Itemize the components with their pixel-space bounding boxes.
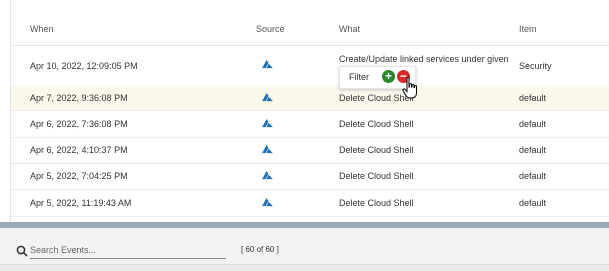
table-row[interactable]: Apr 6, 2022, 7:36:08 PM Delete Cloud She…: [11, 110, 609, 138]
cell-item: Security: [519, 61, 552, 71]
table-row[interactable]: Apr 6, 2022, 4:10:37 PM Delete Cloud She…: [11, 137, 609, 164]
cell-item: default: [519, 119, 547, 129]
plus-circle-icon[interactable]: +: [382, 70, 395, 83]
table-header: When Source What Item: [11, 9, 609, 46]
search-icon: [16, 245, 28, 257]
hand-cursor-icon: [402, 76, 417, 99]
filter-label: Filter: [349, 72, 369, 82]
cell-when: Apr 6, 2022, 4:10:37 PM: [30, 145, 128, 155]
cell-when: Apr 5, 2022, 7:04:25 PM: [30, 171, 128, 181]
cell-when: Apr 7, 2022, 9:36:08 PM: [30, 93, 128, 103]
cell-what: Delete Cloud Shell: [339, 145, 414, 155]
azure-icon: [262, 93, 273, 102]
cell-what: Delete Cloud Shell: [339, 119, 414, 129]
table-row[interactable]: Apr 5, 2022, 11:19:43 AM Delete Cloud Sh…: [11, 189, 609, 217]
cell-item: default: [519, 171, 547, 181]
column-header-when[interactable]: When: [30, 24, 54, 34]
column-header-what[interactable]: What: [339, 24, 360, 34]
cell-what: Delete Cloud Shell: [339, 198, 414, 208]
cell-when: Apr 6, 2022, 7:36:08 PM: [30, 119, 128, 129]
azure-icon: [262, 198, 273, 207]
cell-item: default: [519, 93, 547, 103]
cell-item: default: [519, 145, 547, 155]
cell-what: Create/Update linked services under give…: [339, 54, 509, 64]
events-table: When Source What Item Apr 10, 2022, 12:0…: [10, 0, 609, 222]
table-row[interactable]: Apr 5, 2022, 7:04:25 PM Delete Cloud She…: [11, 163, 609, 190]
footer-divider: [0, 264, 609, 271]
table-row[interactable]: Apr 7, 2022, 9:36:08 PM Delete Cloud She…: [11, 86, 609, 111]
azure-icon: [262, 171, 273, 180]
cell-what: Delete Cloud Shell: [339, 171, 414, 181]
cell-when: Apr 10, 2022, 12:09:05 PM: [30, 61, 138, 71]
azure-icon: [262, 60, 273, 69]
table-row[interactable]: Apr 10, 2022, 12:09:05 PM Create/Update …: [11, 46, 609, 87]
column-header-item[interactable]: Item: [519, 24, 537, 34]
search-input[interactable]: [30, 242, 226, 259]
footer-bar: [ 60 of 60 ]: [0, 228, 609, 271]
cell-when: Apr 5, 2022, 11:19:43 AM: [30, 198, 132, 208]
azure-icon: [262, 119, 273, 128]
cell-item: default: [519, 198, 547, 208]
azure-icon: [262, 145, 273, 154]
event-counter: [ 60 of 60 ]: [241, 245, 279, 254]
column-header-source[interactable]: Source: [256, 24, 285, 34]
